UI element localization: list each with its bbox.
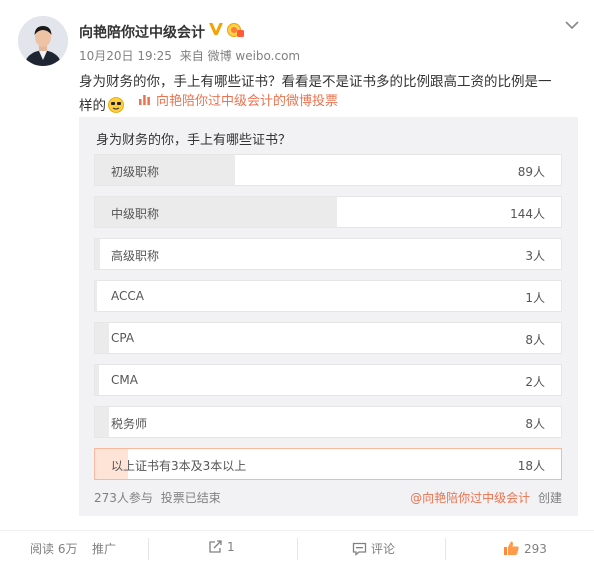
repost-count: 1 [227, 540, 235, 554]
author-name[interactable]: 向艳陪你过中级会计 [79, 22, 205, 42]
post-footer: 阅读 6万 推广 1 评论 293 [0, 530, 594, 565]
poll-option[interactable]: 以上证书有3本及3本以上 18人 [94, 448, 562, 480]
poll-card: 身为财务的你，手上有哪些证书？ 初级职称 89人中级职称 144人高级职称 3人 ACC… [79, 117, 578, 516]
like-button[interactable]: 293 [503, 540, 547, 559]
poll-participants: 273人参与 [94, 491, 153, 505]
poll-option[interactable]: 初级职称 89人 [94, 154, 562, 186]
poll-footer: 273人参与 投票已结束 [94, 489, 221, 506]
poll-option-bar [95, 281, 98, 311]
repost-button[interactable]: 1 [208, 540, 235, 557]
verified-v-icon [208, 21, 224, 37]
weibo-post-card: 向艳陪你过中级会计 10月20日 19:25 来自 微博 weibo.com 身… [0, 0, 594, 565]
promote-button[interactable]: 推广 [92, 540, 116, 557]
poll-option-label: 税务师 [111, 417, 148, 431]
poll-option-label: ACCA [111, 289, 144, 303]
poll-link-text: 向艳陪你过中级会计的微博投票 [156, 94, 339, 109]
poll-option-label: 中级职称 [111, 207, 160, 221]
comment-icon [352, 542, 367, 559]
poll-creator-link[interactable]: @向艳陪你过中级会计 [410, 491, 530, 505]
poll-question: 身为财务的你，手上有哪些证书？ [96, 133, 292, 148]
poll-option-count: 89人 [517, 165, 545, 179]
chevron-down-icon[interactable] [564, 16, 580, 30]
poll-option-bar [95, 239, 100, 269]
poll-creator-suffix: 创建 [537, 491, 562, 505]
comment-label: 评论 [371, 542, 396, 556]
poll-option-count: 8人 [525, 417, 545, 431]
poll-option[interactable]: ACCA 1人 [94, 280, 562, 312]
footer-divider [445, 538, 446, 560]
poll-option-label: CMA [111, 373, 138, 387]
comment-button[interactable]: 评论 [352, 540, 395, 559]
post-meta: 10月20日 19:25 来自 微博 weibo.com [79, 47, 300, 64]
emoji-icon [108, 97, 124, 113]
poll-option-label: 初级职称 [111, 165, 160, 179]
poll-option-count: 2人 [525, 375, 545, 389]
like-count: 293 [524, 542, 547, 556]
poll-option[interactable]: 中级职称 144人 [94, 196, 562, 228]
poll-option-count: 8人 [525, 333, 545, 347]
poll-option-count: 18人 [517, 459, 545, 473]
poll-option-count: 1人 [525, 291, 545, 305]
poll-status: 投票已结束 [160, 491, 221, 505]
poll-option-bar [95, 323, 109, 353]
read-count: 阅读 6万 [30, 542, 78, 556]
avatar[interactable] [18, 16, 68, 66]
footer-divider [148, 538, 149, 560]
poll-option[interactable]: CMA 2人 [94, 364, 562, 396]
post-text-line1: 身为财务的你，手上有哪些证书？看看是不是证书多的比例跟高工资的比例是一 [79, 74, 552, 90]
poll-option[interactable]: 税务师 8人 [94, 406, 562, 438]
level-badge-icon[interactable] [227, 22, 244, 38]
poll-option-label: 以上证书有3本及3本以上 [111, 459, 247, 473]
repost-icon [208, 540, 223, 557]
poll-option-bar [95, 407, 109, 437]
poll-option-label: 高级职称 [111, 249, 160, 263]
like-icon [503, 540, 520, 559]
poll-option-label: CPA [111, 331, 135, 345]
poll-option-bar [95, 365, 99, 395]
poll-option[interactable]: CPA 8人 [94, 322, 562, 354]
poll-option[interactable]: 高级职称 3人 [94, 238, 562, 270]
poll-link[interactable]: 向艳陪你过中级会计的微博投票 [138, 93, 338, 110]
post-source[interactable]: 来自 微博 weibo.com [180, 49, 300, 63]
poll-icon [138, 94, 151, 106]
poll-option-count: 3人 [525, 249, 545, 263]
poll-creator: @向艳陪你过中级会计 创建 [410, 489, 562, 506]
footer-divider [297, 538, 298, 560]
post-time[interactable]: 10月20日 19:25 [79, 49, 172, 63]
poll-option-count: 144人 [510, 207, 545, 221]
post-text-line2: 样的 [79, 98, 106, 114]
